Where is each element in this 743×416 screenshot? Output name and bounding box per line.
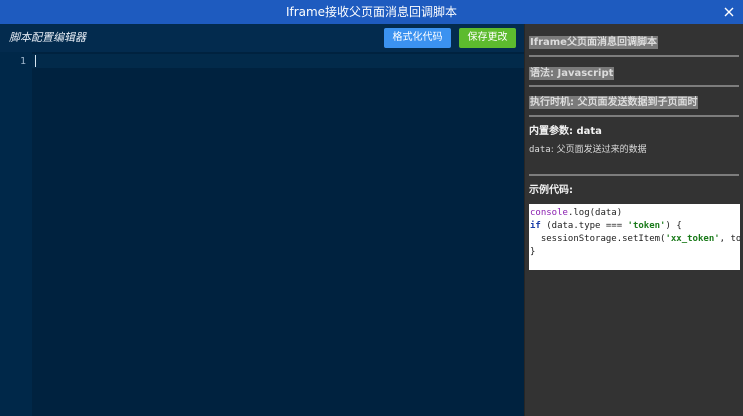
line-number-gutter: 1: [0, 52, 32, 416]
divider: [529, 85, 739, 87]
text-cursor: [35, 55, 36, 67]
code-editor[interactable]: [32, 52, 524, 416]
params-title: 内置参数: data: [529, 126, 602, 137]
param-description: data: 父页面发送过来的数据: [529, 144, 647, 156]
dialog-titlebar: Iframe接收父页面消息回调脚本: [0, 0, 743, 24]
divider: [529, 115, 739, 117]
close-icon[interactable]: [722, 5, 736, 19]
example-code: console.log(data) if (data.type === 'toke…: [529, 204, 740, 270]
save-changes-button[interactable]: 保存更改: [459, 28, 516, 48]
example-title: 示例代码:: [529, 185, 573, 196]
timing-text: 执行时机: 父页面发送数据到子页面时: [529, 96, 699, 109]
divider: [529, 55, 739, 57]
script-dialog: Iframe接收父页面消息回调脚本 脚本配置编辑器 格式化代码 保存更改 1 I…: [0, 0, 743, 416]
editor-pane: 脚本配置编辑器 格式化代码 保存更改 1: [0, 24, 524, 416]
help-pane: Iframe父页面消息回调脚本 语法: Javascript 执行时机: 父页面…: [524, 24, 743, 416]
help-heading: Iframe父页面消息回调脚本: [529, 36, 658, 49]
format-code-button[interactable]: 格式化代码: [384, 28, 451, 48]
dialog-title: Iframe接收父页面消息回调脚本: [285, 5, 458, 19]
editor-title: 脚本配置编辑器: [9, 31, 86, 44]
syntax-text: 语法: Javascript: [529, 67, 615, 80]
param-desc: : 父页面发送过来的数据: [550, 145, 647, 155]
editor-header: 脚本配置编辑器 格式化代码 保存更改: [0, 24, 524, 52]
divider: [529, 174, 739, 176]
param-name: data: [529, 145, 551, 155]
line-number: 1: [19, 56, 26, 67]
active-line: [32, 54, 524, 68]
